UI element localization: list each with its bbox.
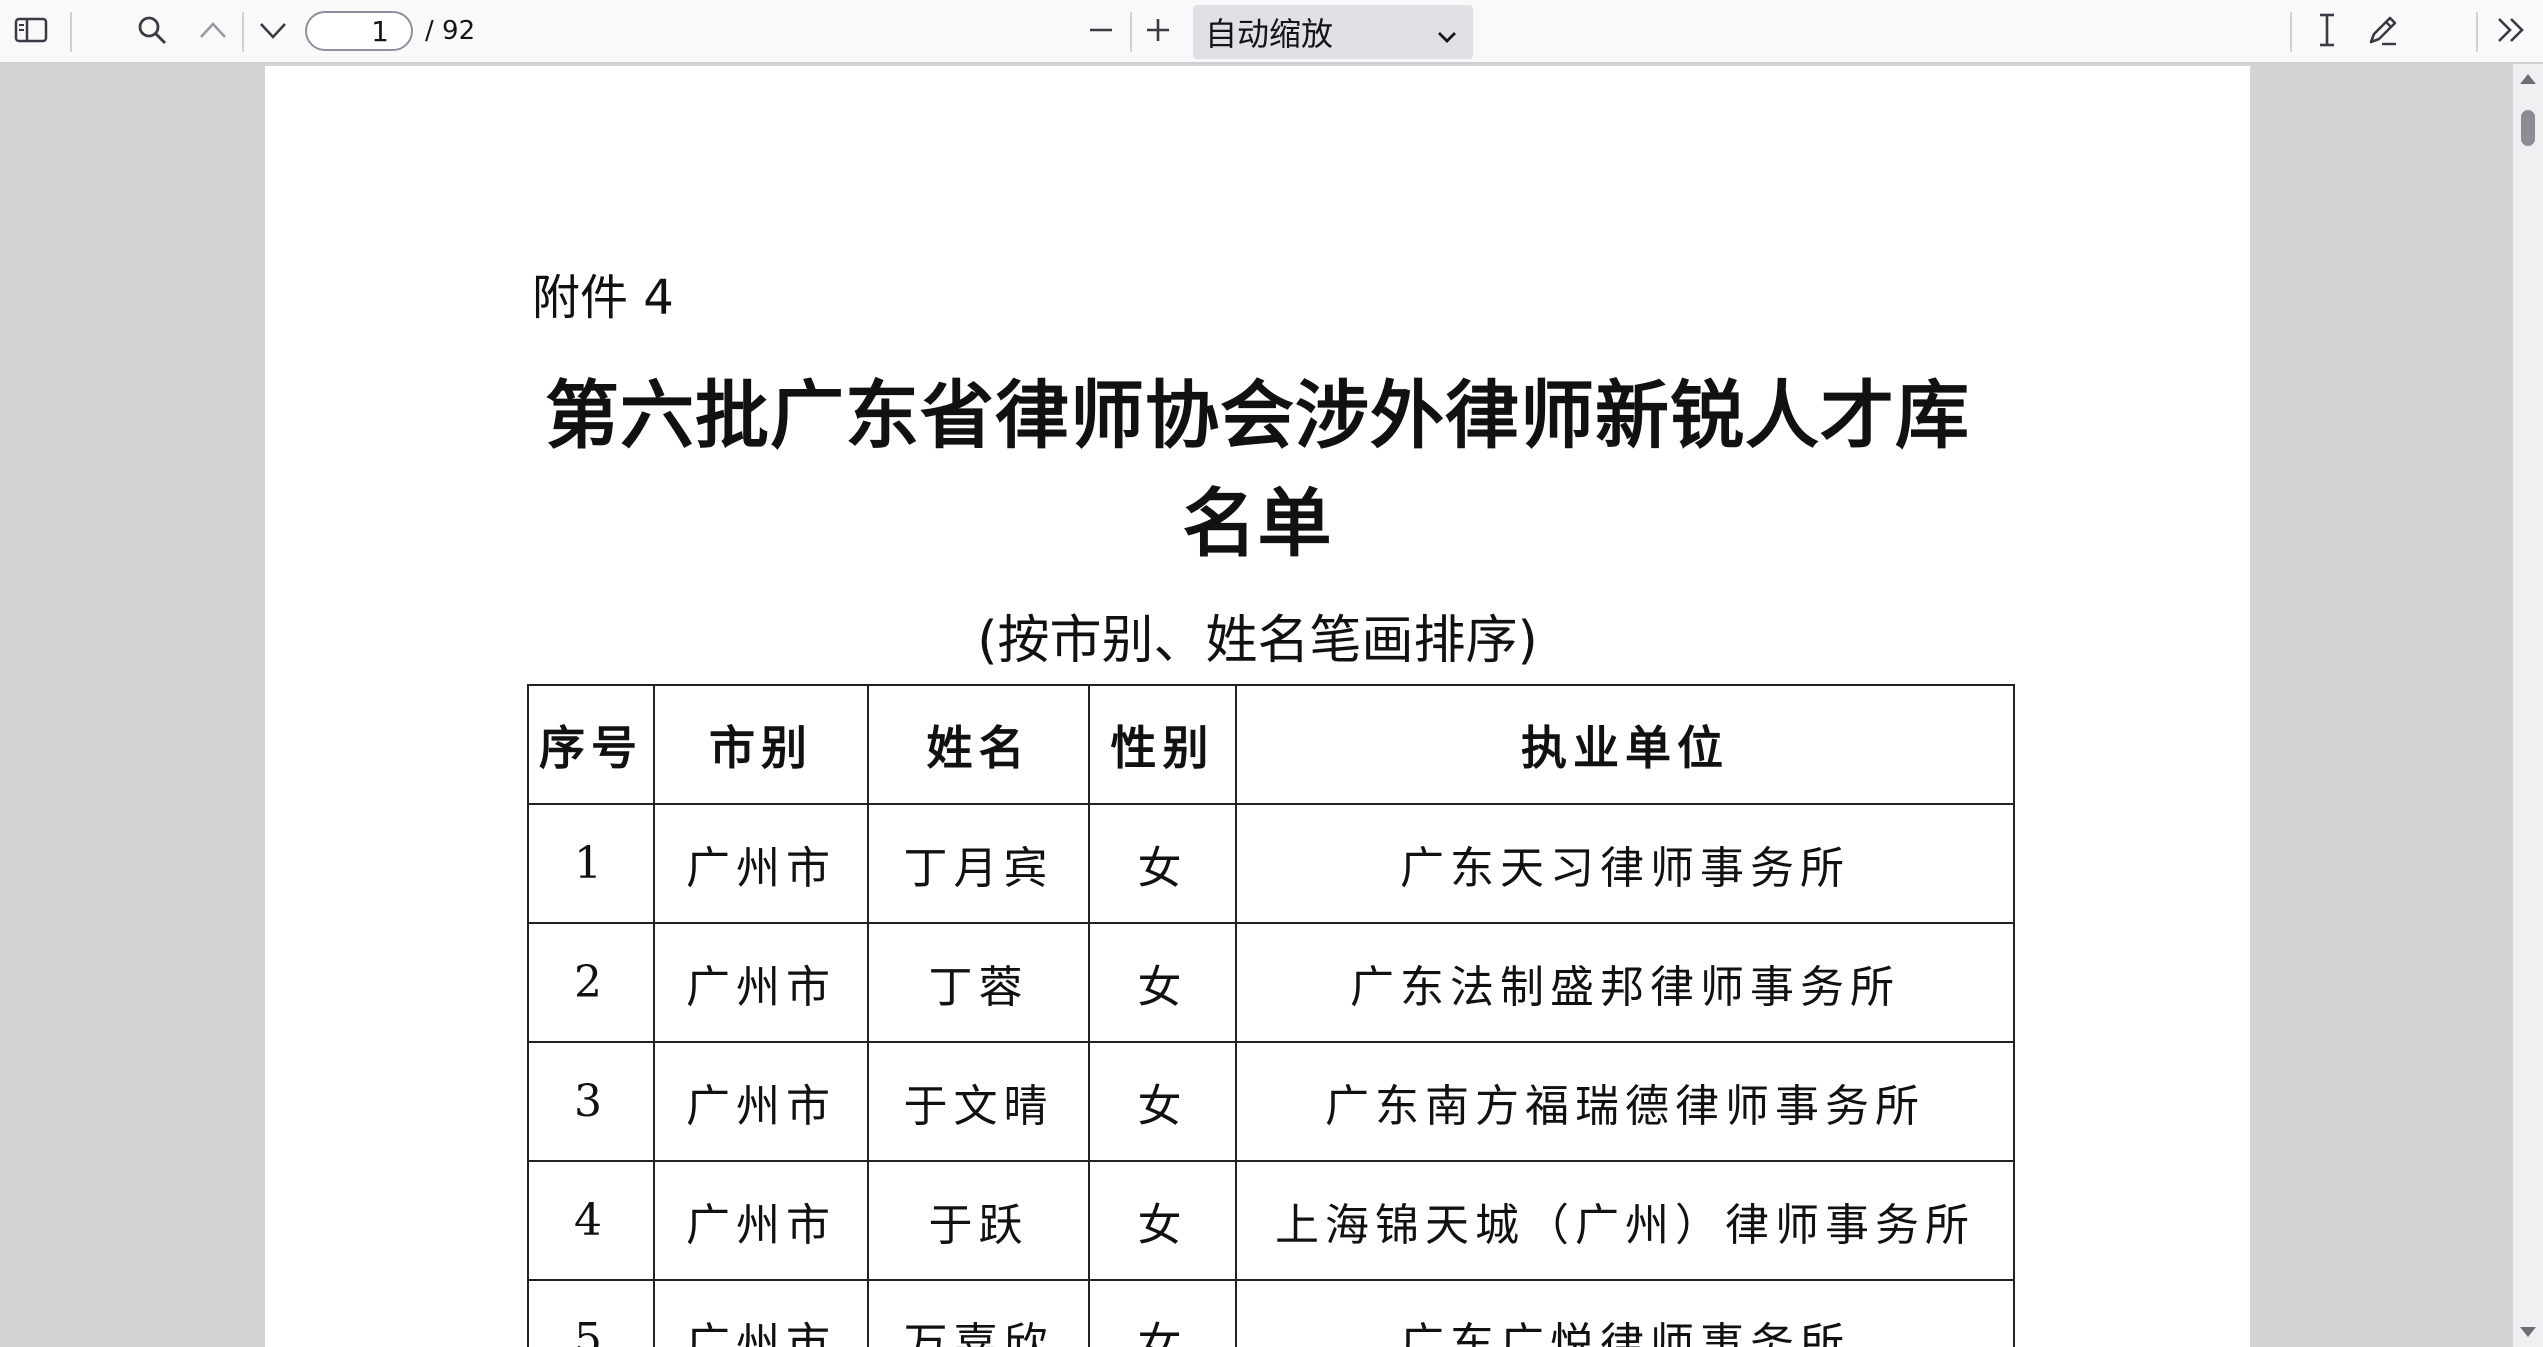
cell-gender: 女 — [1088, 803, 1237, 924]
sidebar-toggle-icon — [14, 17, 48, 47]
cell-name: 于跃 — [867, 1160, 1090, 1281]
cell-index: 3 — [527, 1041, 655, 1162]
cell-city: 广州市 — [653, 803, 869, 924]
cell-name: 万嘉欣 — [867, 1279, 1090, 1347]
vertical-scrollbar[interactable] — [2513, 64, 2543, 1347]
chevron-up-icon — [198, 20, 228, 44]
cell-firm: 广东南方福瑞德律师事务所 — [1235, 1041, 2015, 1162]
pdf-toolbar: / 92 自动缩放 — [0, 0, 2543, 64]
toolbar-separator — [2476, 12, 2478, 52]
minus-icon — [1087, 16, 1115, 48]
draw-tool-button[interactable] — [2356, 5, 2410, 59]
table-header-row: 序号 市别 姓名 性别 执业单位 — [527, 684, 2015, 805]
toolbar-separator — [2290, 12, 2292, 52]
cell-gender: 女 — [1088, 1041, 1237, 1162]
cell-name: 丁蓉 — [867, 922, 1090, 1043]
page-count: / 92 — [425, 16, 476, 46]
text-tool-button[interactable] — [2300, 5, 2354, 59]
cell-gender: 女 — [1088, 1279, 1237, 1347]
more-tools-button[interactable] — [2484, 5, 2538, 59]
previous-page-button[interactable] — [186, 5, 240, 59]
cell-firm: 上海锦天城（广州）律师事务所 — [1235, 1160, 2015, 1281]
toolbar-separator — [70, 12, 72, 52]
cell-gender: 女 — [1088, 1160, 1237, 1281]
cell-index: 5 — [527, 1279, 655, 1347]
cell-city: 广州市 — [653, 1041, 869, 1162]
table-row: 1 广州市 丁月宾 女 广东天习律师事务所 — [527, 803, 2015, 924]
document-viewer[interactable]: 附件 4 第六批广东省律师协会涉外律师新锐人才库 名单 (按市别、姓名笔画排序)… — [0, 64, 2543, 1347]
document-subtitle: (按市别、姓名笔画排序) — [977, 611, 1538, 671]
scrollbar-thumb[interactable] — [2521, 110, 2535, 146]
attachment-label: 附件 4 — [532, 270, 674, 326]
page-number-input[interactable] — [305, 11, 413, 51]
zoom-select[interactable]: 自动缩放 — [1193, 5, 1473, 59]
table-row: 4 广州市 于跃 女 上海锦天城（广州）律师事务所 — [527, 1160, 2015, 1281]
table-row: 2 广州市 丁蓉 女 广东法制盛邦律师事务所 — [527, 922, 2015, 1043]
cell-firm: 广东广悦律师事务所 — [1235, 1279, 2015, 1347]
header-cell-name: 姓名 — [867, 684, 1090, 805]
header-cell-firm: 执业单位 — [1235, 684, 2015, 805]
zoom-out-button[interactable] — [1074, 5, 1128, 59]
header-cell-city: 市别 — [653, 684, 869, 805]
document-title-line-2: 名单 — [1182, 481, 1333, 567]
document-title-line-1: 第六批广东省律师协会涉外律师新锐人才库 — [545, 373, 1970, 459]
lawyer-list-table: 序号 市别 姓名 性别 执业单位 1 广州市 丁月宾 女 广东天习律师事务所 2… — [527, 684, 2015, 1347]
scroll-up-arrow[interactable] — [2520, 74, 2536, 84]
table-row: 5 广州市 万嘉欣 女 广东广悦律师事务所 — [527, 1279, 2015, 1347]
cell-name: 于文晴 — [867, 1041, 1090, 1162]
toolbar-separator — [242, 12, 244, 52]
next-page-button[interactable] — [246, 5, 300, 59]
cell-firm: 广东天习律师事务所 — [1235, 803, 2015, 924]
cell-gender: 女 — [1088, 922, 1237, 1043]
cell-firm: 广东法制盛邦律师事务所 — [1235, 922, 2015, 1043]
cell-city: 广州市 — [653, 922, 869, 1043]
cell-index: 2 — [527, 922, 655, 1043]
plus-icon — [1144, 16, 1172, 48]
text-cursor-icon — [2315, 12, 2339, 52]
cell-city: 广州市 — [653, 1279, 869, 1347]
header-cell-index: 序号 — [527, 684, 655, 805]
sidebar-toggle-button[interactable] — [4, 5, 58, 59]
table-row: 3 广州市 于文晴 女 广东南方福瑞德律师事务所 — [527, 1041, 2015, 1162]
pdf-page: 附件 4 第六批广东省律师协会涉外律师新锐人才库 名单 (按市别、姓名笔画排序)… — [265, 66, 2250, 1347]
cell-name: 丁月宾 — [867, 803, 1090, 924]
double-chevron-right-icon — [2495, 16, 2527, 48]
chevron-down-icon — [1435, 19, 1459, 57]
scroll-down-arrow[interactable] — [2520, 1327, 2536, 1337]
header-cell-gender: 性别 — [1088, 684, 1237, 805]
zoom-in-button[interactable] — [1131, 5, 1185, 59]
cell-city: 广州市 — [653, 1160, 869, 1281]
zoom-select-label: 自动缩放 — [1205, 15, 1334, 53]
cell-index: 4 — [527, 1160, 655, 1281]
chevron-down-icon — [258, 20, 288, 44]
search-icon — [136, 14, 168, 50]
cell-index: 1 — [527, 803, 655, 924]
search-button[interactable] — [125, 5, 179, 59]
pen-icon — [2366, 13, 2400, 51]
